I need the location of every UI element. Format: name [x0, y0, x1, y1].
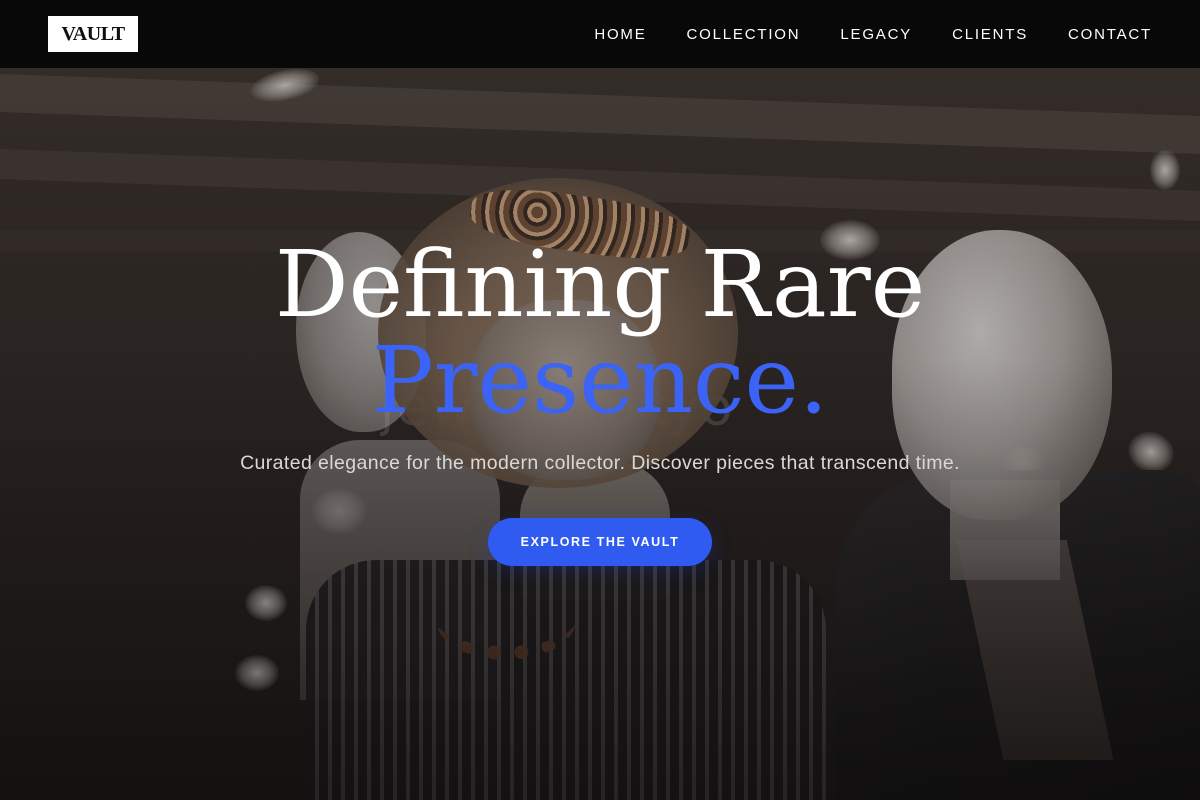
nav-link-legacy[interactable]: LEGACY [840, 26, 912, 43]
nav-link-clients[interactable]: CLIENTS [952, 26, 1028, 43]
hero-subtitle: Curated elegance for the modern collecto… [240, 452, 960, 474]
navbar: VAULT HOME COLLECTION LEGACY CLIENTS CON… [0, 0, 1200, 68]
nav-link-collection[interactable]: COLLECTION [687, 26, 801, 43]
explore-vault-button[interactable]: EXPLORE THE VAULT [488, 518, 712, 566]
nav-link-contact[interactable]: CONTACT [1068, 26, 1152, 43]
hero-headline-accent: Presence. [371, 327, 829, 434]
nav-links: HOME COLLECTION LEGACY CLIENTS CONTACT [594, 26, 1152, 43]
hero-headline: Defining Rare [274, 231, 926, 338]
logo[interactable]: VAULT [48, 16, 138, 52]
hero-section: Defining Rare Presence. Curated elegance… [0, 0, 1200, 800]
nav-link-home[interactable]: HOME [594, 26, 646, 43]
page: jewelrytokyo VAULT HOME COLLECTION LEGAC… [0, 0, 1200, 800]
